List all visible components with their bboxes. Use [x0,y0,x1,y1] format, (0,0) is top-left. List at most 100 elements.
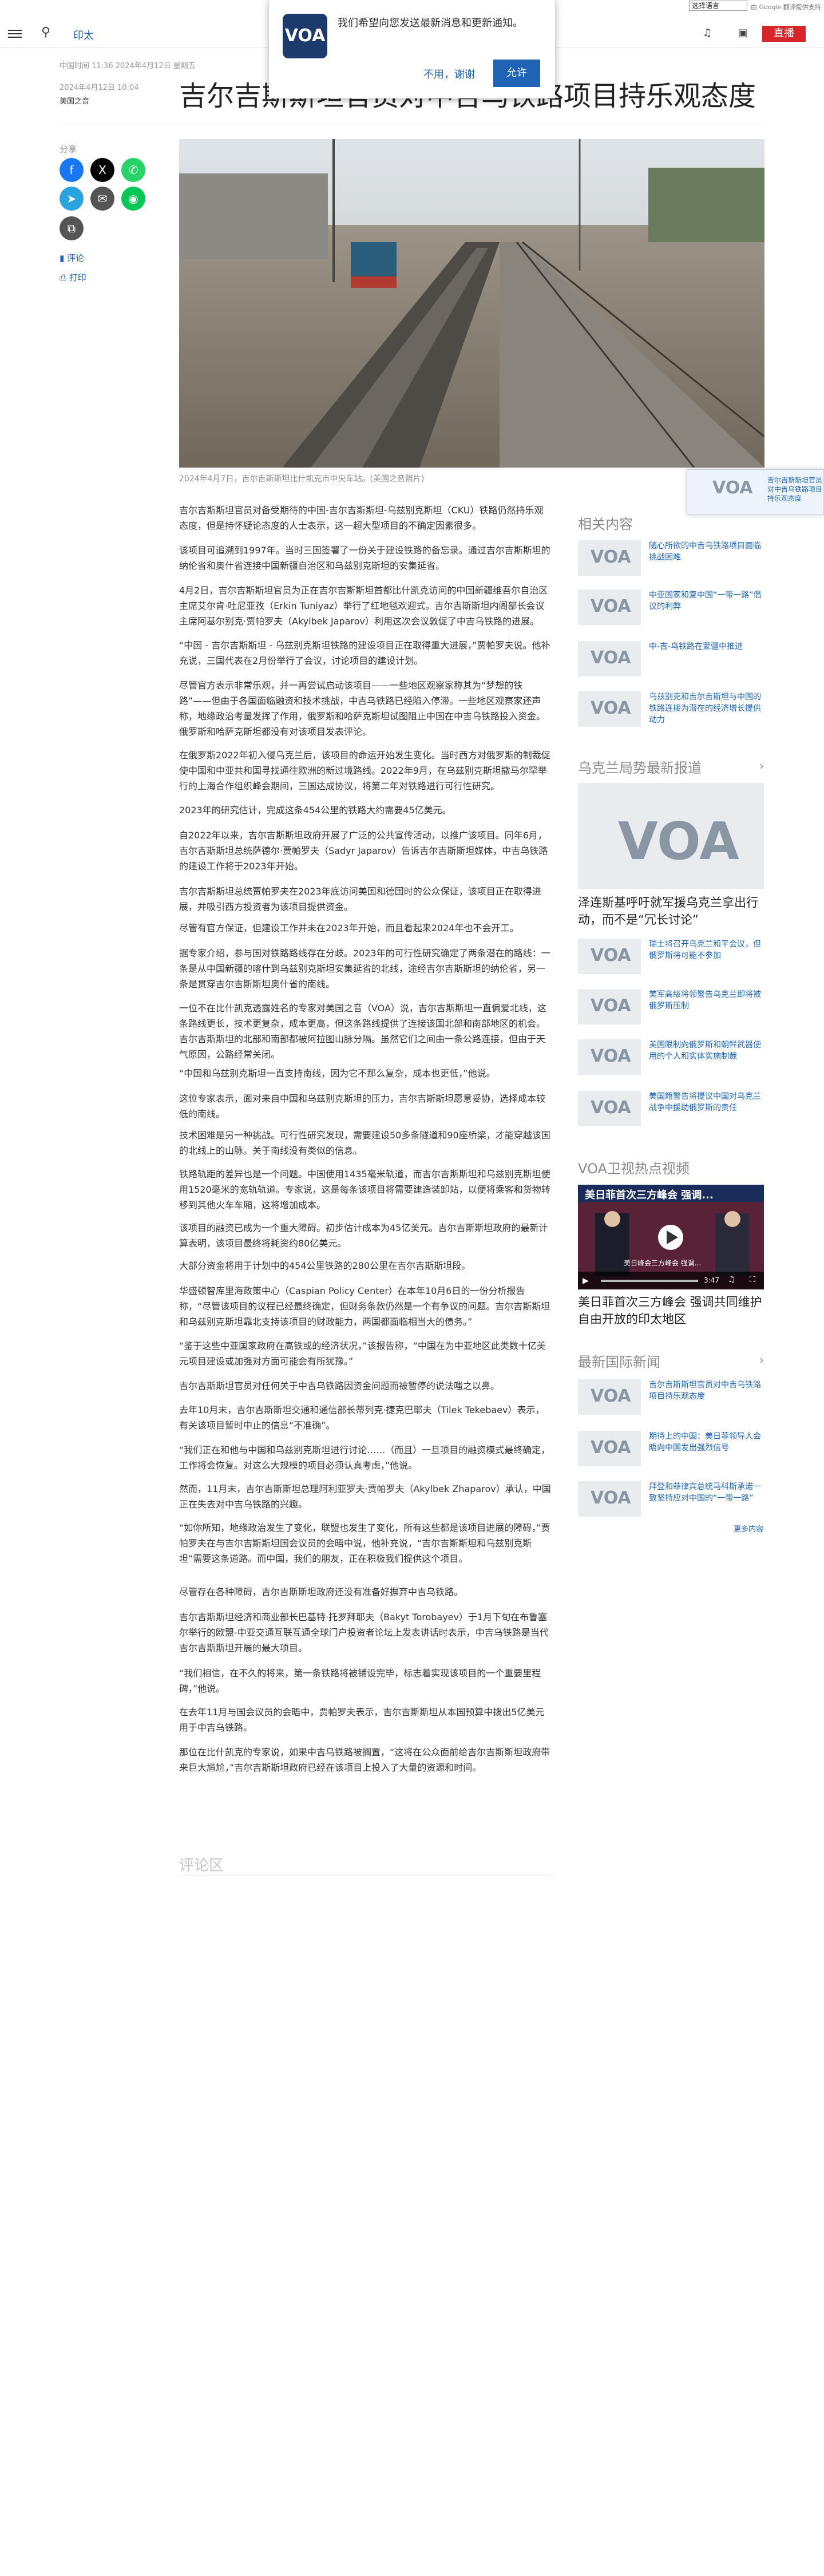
intl-title[interactable]: 吉尔吉斯斯坦官员对中吉乌铁路项目持乐观态度 [649,1379,763,1402]
intl-title[interactable]: 期待上的中国：美日菲领导人会晤向中国发出强烈信号 [649,1431,763,1454]
floating-related-card[interactable]: VOA 吉尔吉斯斯坦官员对中吉乌铁路项目持乐观态度 [687,469,824,515]
voa-thumb: VOA [578,939,641,974]
paragraph: 一位不在比什凯克透露姓名的专家对美国之音（VOA）说，吉尔吉斯斯坦一直偏爱北线，… [179,1003,546,1060]
menu-icon[interactable] [8,27,22,40]
floating-card-title[interactable]: 吉尔吉斯斯坦官员对中吉乌铁路项目持乐观态度 [767,476,822,503]
paragraph: “中国 - 吉尔吉斯斯坦 - 乌兹别克斯坦铁路的建设项目正在取得重大进展，”贾帕… [179,640,550,666]
paragraph: 吉尔吉斯斯坦经济和商业部长巴基特·托罗拜耶夫（Bakyt Torobayev）于… [179,1612,549,1653]
telegram-icon[interactable]: ➤ [60,187,84,211]
voa-thumb: VOA [578,641,641,676]
paragraph: 那位在比什凯克的专家说，如果中吉乌铁路被搁置，“这将在公众面前给吉尔吉斯斯坦政府… [179,1747,550,1773]
paragraph: “我们正在和他与中国和乌兹别克斯坦进行讨论……（而且）一旦项目的融资模式最终确定… [179,1445,550,1471]
video-overlay-title: 美日菲首次三方峰会 强调... [585,1189,714,1201]
section-link[interactable]: 印太 [73,27,94,42]
language-select[interactable]: 选择语言 [689,1,747,11]
chevron-right-icon: › [759,1353,764,1367]
voa-thumb: VOA [578,989,641,1024]
video-header: VOA卫视热点视频 [578,1161,690,1177]
comment-icon: ▮ [60,253,68,263]
video-player[interactable]: 美日菲首次三方峰会 强调... 美日峰会三方峰会 强调... ▶ 3:47 ♫ … [578,1185,764,1289]
related-title[interactable]: 乌兹别克和吉尔吉斯坦与中国的铁路连接为潜在的经济增长提供动力 [649,691,763,726]
copy-link-icon[interactable]: ⧉ [60,216,84,240]
comment-link[interactable]: ▮ 评论 [60,252,84,264]
ukraine-title[interactable]: 美国限制向俄罗斯和朝鲜武器使用的个人和实体实施制裁 [649,1039,763,1062]
fullscreen-icon[interactable]: ⛶ [750,1275,755,1284]
publish-date: 2024年4月12日 10:04 [60,84,139,92]
ukraine-item[interactable]: VOA 美国限制向俄罗斯和朝鲜武器使用的个人和实体实施制裁 [578,1039,764,1079]
related-item[interactable]: VOA 中亚国家和复中国“一带一路”倡议的利弊 [578,589,764,630]
paragraph: 吉尔吉斯斯坦官员对任何关于中吉乌铁路因资金问题而被暂停的说法嗤之以鼻。 [179,1380,500,1391]
paragraph: 在俄罗斯2022年初入侵乌克兰后，该项目的命运开始发生变化。当时西方对俄罗斯的制… [179,750,550,792]
audio-icon[interactable]: ♫ [703,27,712,39]
voa-thumb: VOA [578,1039,641,1075]
popup-message: 我们希望向您发送最新消息和更新通知。 [338,17,523,29]
paragraph: 尽管存在各种障碍，吉尔吉斯斯坦政府还没有准备好摒弃中吉乌铁路。 [179,1586,464,1597]
paragraph: 技术困难是另一种挑战。可行性研究发现，需要建设50多条隧道和90座桥梁，才能穿越… [179,1130,550,1156]
related-title[interactable]: 中-吉-乌铁路在蒙疆中推进 [649,641,763,652]
ukraine-item[interactable]: VOA 美国籍警告将提议中国对乌克兰战争中援助俄罗斯的责任 [578,1091,764,1131]
ukraine-lead-title[interactable]: 泽连斯基呼吁就军援乌克兰拿出行动，而不是“冗长讨论” [578,894,764,928]
ukraine-header[interactable]: 乌克兰局势最新报道 › [578,757,764,777]
related-title[interactable]: 中亚国家和复中国“一带一路”倡议的利弊 [649,589,763,612]
voa-thumb: VOA [578,1481,641,1517]
google-translate-credit[interactable]: 由 Google 翻译提供支持 [751,2,821,11]
voa-thumb: VOA [578,691,641,727]
paragraph: 铁路轨距的差异也是一个问题。中国使用1435毫米轨道，而吉尔吉斯斯坦和乌兹别克斯… [179,1169,550,1210]
intl-item[interactable]: VOA 吉尔吉斯斯坦官员对中吉乌铁路项目持乐观态度 [578,1379,764,1419]
more-link[interactable]: 更多内容 [734,1523,763,1534]
live-button[interactable]: 直播 [762,26,806,42]
voa-thumb: VOA [578,540,641,576]
chevron-right-icon: › [759,759,764,773]
intl-item[interactable]: VOA 拜登和菲律宾总统马科斯承诺一致坚持应对中国的“一带一路” [578,1481,764,1521]
share-label: 分享 [60,144,77,155]
voa-logo: VOA [283,14,327,58]
ukraine-title[interactable]: 美军高级将领警告乌克兰即将被俄罗斯压制 [649,989,763,1012]
ukraine-lead-thumb[interactable]: VOA [578,783,764,889]
paragraph: 吉尔吉斯斯坦官员对备受期待的中国-吉尔吉斯斯坦-乌兹别克斯坦（CKU）铁路仍然持… [179,505,544,531]
paragraph: 大部分资金将用于计划中的454公里铁路的280公里在吉尔吉斯斯坦段。 [179,1260,471,1271]
hero-image [179,139,764,468]
paragraph: “中国和乌兹别克斯坦一直支持南线，因为它不那么复杂，成本也更低，”他说。 [179,1068,496,1079]
print-link[interactable]: ⎙ 打印 [60,271,86,283]
x-icon[interactable]: X [90,158,114,182]
decline-button[interactable]: 不用，谢谢 [423,66,475,81]
print-label: 打印 [69,272,86,283]
intl-header[interactable]: 最新国际新闻 › [578,1351,764,1371]
video-duration: 3:47 [704,1276,719,1284]
comment-label: 评论 [67,253,85,263]
paragraph: “鉴于这些中亚国家政府在高铁或的经济状况，”该报告称，“中国在为中亚地区此类数十… [179,1340,546,1367]
ukraine-item[interactable]: VOA 瑞士将召开乌克兰和平会议，但俄罗斯将可能不参加 [578,939,764,979]
ukraine-item[interactable]: VOA 美军高级将领警告乌克兰即将被俄罗斯压制 [578,989,764,1029]
paragraph: 然而，11月末，吉尔吉斯斯坦总理阿利亚罗夫·贾帕罗夫（Akylbek Zhapa… [179,1483,551,1510]
voa-thumb: VOA [578,1091,641,1126]
volume-icon[interactable]: ♫ [728,1275,735,1284]
ukraine-title[interactable]: 瑞士将召开乌克兰和平会议，但俄罗斯将可能不参加 [649,939,763,961]
video-icon[interactable]: ▣ [738,27,748,39]
paragraph: “我们相信，在不久的将来，第一条铁路将被铺设完毕，标志着实现该项目的一个重要里程… [179,1668,541,1694]
email-icon[interactable]: ✉ [90,187,114,211]
related-item[interactable]: VOA 乌兹别克和吉尔吉斯坦与中国的铁路连接为潜在的经济增长提供动力 [578,691,764,731]
facebook-icon[interactable]: f [60,158,84,182]
paragraph: 该项目可追溯到1997年。当时三国签署了一份关于建设铁路的备忘录。通过吉尔吉斯斯… [179,545,550,571]
related-item[interactable]: VOA 中-吉-乌铁路在蒙疆中推进 [578,641,764,681]
comments-header: 评论区 [179,1857,224,1874]
intl-header-label: 最新国际新闻 [578,1354,660,1370]
video-title[interactable]: 美日菲首次三方峰会 强调共同维护自由开放的印太地区 [578,1293,764,1328]
allow-button[interactable]: 允许 [493,60,540,87]
play-icon[interactable]: ▶ [583,1276,589,1285]
image-caption: 2024年4月7日，吉尔吉斯斯坦比什凯克市中央车站。(美国之音照片) [179,474,425,484]
voa-logo: VOA [712,478,753,498]
whatsapp-icon[interactable]: ✆ [121,158,145,182]
author[interactable]: 美国之音 [60,95,89,106]
intl-item[interactable]: VOA 期待上的中国：美日菲领导人会晤向中国发出强烈信号 [578,1431,764,1471]
line-icon[interactable]: ◉ [121,187,145,211]
search-icon[interactable]: ⚲ [41,25,50,39]
paragraph: 尽管有官方保证，但建设工作并未在2023年开始，而且看起来2024年也不会开工。 [179,923,519,933]
paragraph: 该项目的融资已成为一个重大障碍。初步估计成本为45亿美元。吉尔吉斯斯坦政府的最新… [179,1222,548,1249]
paragraph: 4月2日，吉尔吉斯斯坦官员为正在吉尔吉斯斯坦首都比什凯克访问的中国新疆维吾尔自治… [179,585,548,627]
related-title[interactable]: 随心所欲的中吉乌铁路项目面临挑战困难 [649,540,763,563]
ukraine-title[interactable]: 美国籍警告将提议中国对乌克兰战争中援助俄罗斯的责任 [649,1091,763,1114]
intl-title[interactable]: 拜登和菲律宾总统马科斯承诺一致坚持应对中国的“一带一路” [649,1481,763,1504]
paragraph: “如你所知，地缘政治发生了变化，联盟也发生了变化，所有这些都是该项目进展的障碍，… [179,1522,550,1564]
related-item[interactable]: VOA 随心所欲的中吉乌铁路项目面临挑战困难 [578,540,764,580]
